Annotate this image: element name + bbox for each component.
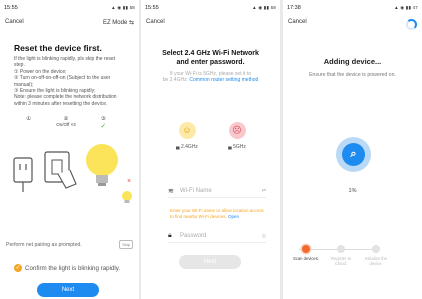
onoff-caption: On/Off ×3 [56,122,76,127]
router-setting-link[interactable]: Common router setting method [189,77,258,83]
status-bar: 15:55 ▲ ◉ ▮▮ 58 [0,0,139,16]
title-line: Select 2.4 GHz Wi-Fi Network [162,50,259,57]
progress-steps: Scan devices. Register to Cloud. Initial… [291,245,391,266]
pairing-text: Perform net pairing as prompted. [6,241,82,248]
nav-bar: Cancel [283,19,422,31]
search-icon: ⌕ [342,143,365,166]
confirm-label: Confirm the light is blinking rapidly. [25,264,121,272]
router-icon: ▄ [176,144,180,150]
wifi-name-input[interactable]: Wi-Fi Name [180,188,212,194]
band-ok: ☺ ▄ 2.4GHz [167,122,207,150]
switch-hand-icon [44,151,77,189]
instruction-line: Note: please complete the network distri… [14,94,117,101]
wifi-icon: ≋ [168,187,174,195]
wifi-name-field[interactable]: ≋ Wi-Fi Name ⇄ [168,184,266,198]
step-number: ① [26,116,32,122]
reset-illustration: × [13,144,132,203]
band-label: 5GHz [233,144,246,150]
pairing-prompt: Perform net pairing as prompted. Skip [6,240,133,249]
open-location-link[interactable]: Open [228,214,239,219]
page-subtitle: Ensure that the device is powered on. [309,72,396,78]
page-title: Reset the device first. [14,43,102,53]
step-label: Register to Cloud. [330,256,352,266]
skip-tag[interactable]: Skip [119,240,133,249]
step-label: Scan devices. [292,256,320,261]
status-time: 15:55 [145,5,159,11]
status-icons: ▲ ◉ ▮▮ 58 [111,5,135,10]
checkmark-icon: ✓ [100,123,107,130]
status-bar: 15:55 ▲ ◉ ▮▮ 58 [141,0,280,16]
reset-instructions: If the light is blinking rapidly, pls sk… [14,56,131,107]
next-button[interactable]: Next [37,283,99,297]
nav-bar: Cancel EZ Mode ⇆ [0,19,139,31]
status-icons: ▲ ◉ ▮▮ 47 [394,5,418,10]
warning-text: Enter your Wi-Fi name or allow location … [170,208,264,219]
illus-step-2: ② On/Off ×3 [51,116,81,130]
cancel-button[interactable]: Cancel [288,19,307,31]
smile-face-icon: ☺ [178,122,196,139]
nav-bar: Cancel [141,19,280,31]
status-time: 17:38 [287,5,301,11]
status-time: 15:55 [4,5,18,11]
step-label: Initialize the device. [364,256,388,266]
cancel-button[interactable]: Cancel [146,19,165,31]
instruction-line: within 3 minutes after resetting the dev… [14,100,108,107]
location-warning: Enter your Wi-Fi name or allow location … [170,208,266,219]
plug-icon [13,157,33,192]
lightbulb-icon [86,144,118,186]
instruction-line: If the light is blinking rapidly, pls sk… [14,56,116,62]
band-comparison: ☺ ▄ 2.4GHz ☹ ▄ 5GHz [167,122,257,150]
password-input[interactable]: Password [180,233,206,239]
eye-icon[interactable]: ◎ [262,233,266,239]
router-icon: ▄ [228,144,232,150]
step-dot [372,245,380,253]
step-register: Register to Cloud. [326,245,356,266]
mode-switch-button[interactable]: EZ Mode ⇆ [103,19,134,31]
title-line: and enter password. [176,59,245,66]
password-field[interactable]: 🔒︎ Password ◎ [168,229,266,243]
step-dot [337,245,345,253]
illus-step-3: ③ ✓ [88,116,118,130]
svg-text:×: × [127,178,131,185]
step-dot-active [302,245,310,253]
illus-step-1: ① [14,116,44,130]
confirm-checkbox[interactable]: ✓ Confirm the light is blinking rapidly. [14,264,120,272]
step-scan: Scan devices. [291,245,321,266]
wifi-note: If your Wi-Fi is 5GHz, please set it to … [155,71,266,84]
cancel-button[interactable]: Cancel [5,19,24,31]
check-circle-icon[interactable]: ✓ [14,264,22,272]
reset-device-screen: 15:55 ▲ ◉ ▮▮ 58 Cancel EZ Mode ⇆ Reset t… [0,0,139,299]
page-title: Select 2.4 GHz Wi-Fi Network and enter p… [141,49,280,67]
loading-spinner-icon [406,19,417,30]
sad-face-icon: ☹ [228,122,246,139]
page-title: Adding device... [323,57,382,66]
small-lightbulb-icon: × [122,178,132,203]
step-initialize: Initialize the device. [361,245,391,266]
note-line: be 2.4GHz. [162,77,190,84]
progress-percent: 1% [348,188,357,194]
adding-device-screen: 17:38 ▲ ◉ ▮▮ 47 Cancel Adding device... … [283,0,422,299]
band-bad: ☹ ▄ 5GHz [217,122,257,150]
status-bar: 17:38 ▲ ◉ ▮▮ 47 [283,0,422,16]
switch-network-icon[interactable]: ⇄ [262,188,266,194]
status-icons: ▲ ◉ ▮▮ 58 [252,5,276,10]
illustration-steps: ① ② On/Off ×3 ③ ✓ [10,116,122,130]
wifi-setup-screen: 15:55 ▲ ◉ ▮▮ 58 Cancel Select 2.4 GHz Wi… [141,0,280,299]
searching-indicator: ⌕ [336,137,371,172]
band-label: 2.4GHz [180,144,198,150]
next-button[interactable]: Next [179,255,241,269]
lock-icon: 🔒︎ [168,231,172,239]
